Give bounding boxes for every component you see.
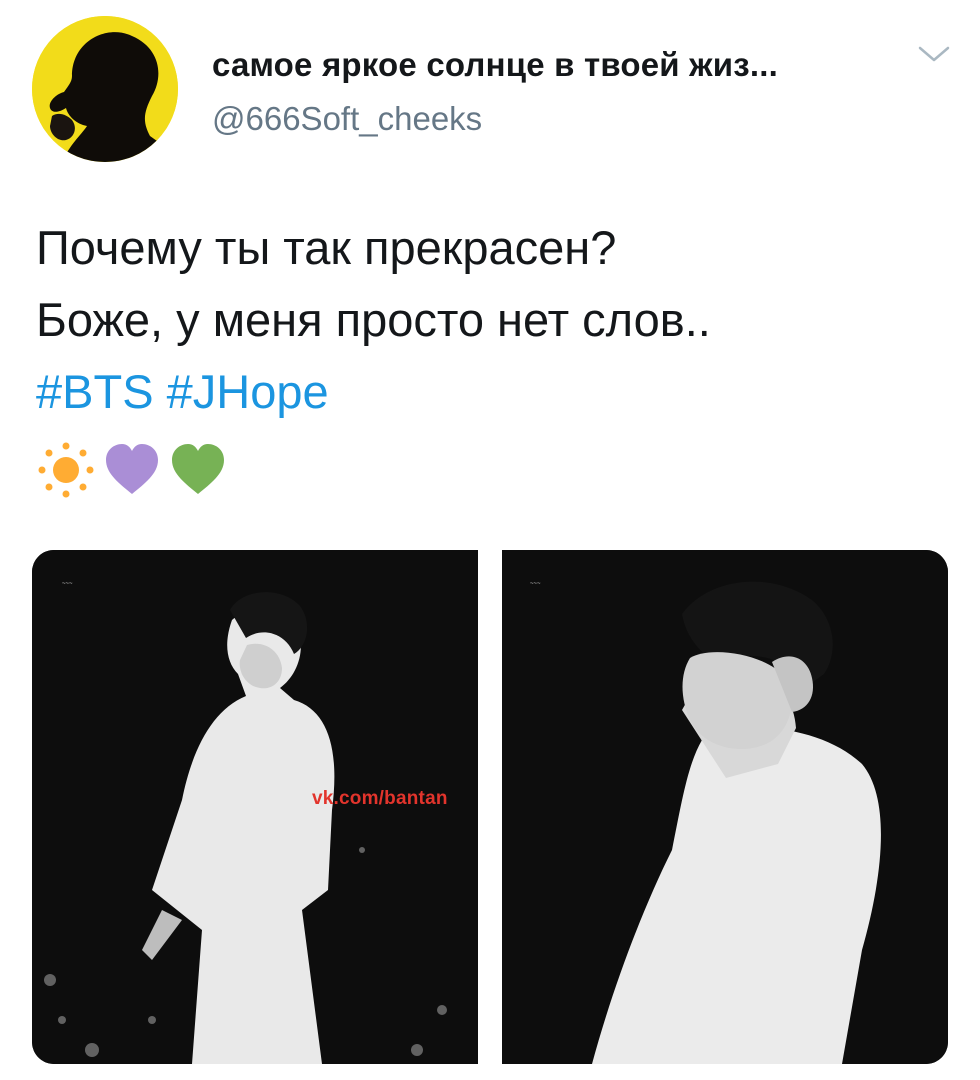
tweet-photo[interactable]: ~~~ [502,550,948,1064]
svg-text:~~~: ~~~ [62,581,73,587]
hashtag-link[interactable]: #JHope [167,365,329,418]
svg-text:~~~: ~~~ [530,581,541,587]
purple-heart-icon [106,444,158,494]
watermark-text: vk.com/bantan [312,788,448,809]
chevron-down-icon[interactable] [916,42,952,66]
hashtag-row: #BTS #JHope [36,356,956,428]
avatar[interactable] [32,16,178,162]
hashtag-link[interactable]: #BTS [36,365,154,418]
tweet-text-line: Почему ты так прекрасен? [36,221,617,274]
performer-photo-image: ~~~ [502,550,948,1064]
green-heart-icon [172,444,224,494]
tweet-text-line: Боже, у меня просто нет слов.. [36,293,711,346]
user-handle[interactable]: @666Soft_cheeks [212,100,482,138]
sun-icon [38,442,94,498]
display-name[interactable]: самое яркое солнце в твоей жиз... [212,46,778,84]
emoji-row [36,438,228,502]
tweet-text: Почему ты так прекрасен? Боже, у меня пр… [36,212,956,428]
avatar-silhouette-image [32,16,178,162]
